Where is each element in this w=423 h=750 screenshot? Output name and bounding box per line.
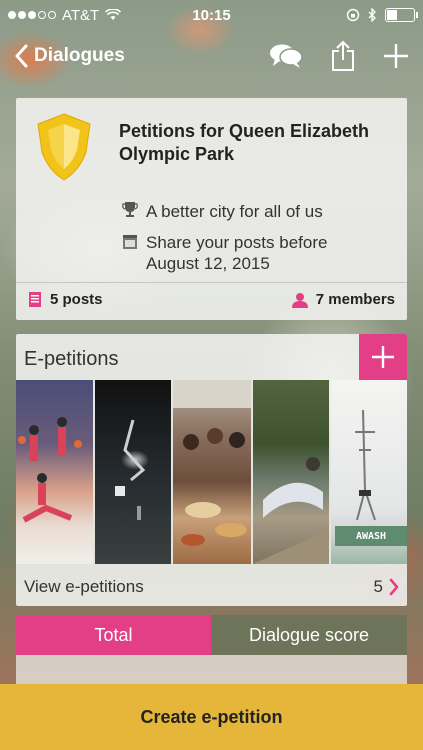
epetition-thumbnail[interactable]: [253, 380, 329, 564]
status-left: AT&T: [8, 7, 168, 24]
tab-total[interactable]: Total: [16, 615, 211, 655]
group-card: Petitions for Queen Elizabeth Olympic Pa…: [16, 98, 407, 320]
view-epetitions-label: View e-petitions: [24, 577, 144, 596]
motto-row: A better city for all of us: [122, 201, 376, 222]
chevron-left-icon: [15, 44, 28, 68]
plus-icon: [384, 44, 408, 68]
calendar-icon: [123, 235, 137, 249]
deadline-text: Share your posts before August 12, 2015: [146, 233, 328, 273]
status-time: 10:15: [192, 6, 231, 24]
score-panel: [16, 655, 407, 685]
members-stat[interactable]: 7 members: [291, 291, 395, 308]
share-icon: [332, 40, 354, 71]
epetitions-title: E-petitions: [24, 348, 119, 370]
group-title: Petitions for Queen Elizabeth Olympic Pa…: [119, 121, 370, 164]
posts-document-icon: [29, 292, 41, 307]
epetitions-count-group: 5: [374, 577, 399, 597]
posts-count: 5 posts: [50, 291, 103, 308]
deadline-row: Share your posts before August 12, 2015: [122, 232, 376, 274]
score-tabs: Total Dialogue score: [16, 615, 407, 655]
card-divider: [16, 282, 407, 283]
thumbnail-caption: AWASH: [335, 526, 407, 546]
bluetooth-icon: [368, 8, 376, 22]
epetition-thumbnail[interactable]: [16, 380, 93, 564]
epetition-thumbnail[interactable]: [173, 380, 251, 564]
back-label: Dialogues: [34, 45, 125, 66]
carrier-name: AT&T: [62, 6, 100, 24]
wifi-icon: [105, 9, 122, 20]
epetitions-card: E-petitions AWASH View e-petitions 5: [16, 334, 407, 606]
status-right: [255, 8, 418, 22]
chat-bubbles-icon: [270, 44, 303, 68]
epetition-thumbnail[interactable]: AWASH: [331, 380, 407, 564]
nav-actions: [269, 40, 409, 72]
posts-stat[interactable]: 5 posts: [28, 291, 103, 308]
create-epetition-button[interactable]: Create e-petition: [0, 684, 423, 750]
signal-strength-icon: [8, 11, 56, 19]
chat-button[interactable]: [269, 43, 303, 69]
add-epetition-button[interactable]: [359, 334, 407, 380]
shield-logo-icon: [36, 112, 92, 187]
navigation-bar: Dialogues: [0, 32, 423, 80]
view-epetitions-row[interactable]: View e-petitions 5: [16, 568, 407, 606]
epetition-thumbnail[interactable]: [95, 380, 171, 564]
motto-text: A better city for all of us: [146, 202, 323, 221]
members-count: 7 members: [315, 291, 395, 308]
epetitions-count: 5: [373, 577, 383, 596]
epetition-thumbnails: AWASH: [16, 380, 407, 564]
plus-icon: [372, 346, 394, 368]
back-button[interactable]: Dialogues: [14, 44, 125, 68]
trophy-icon: [122, 202, 138, 217]
person-icon: [291, 292, 308, 308]
share-button[interactable]: [331, 40, 355, 72]
battery-icon: [385, 8, 418, 22]
tab-dialogue-score[interactable]: Dialogue score: [211, 615, 407, 655]
rotation-lock-icon: [346, 8, 360, 22]
chevron-right-icon: [389, 578, 399, 596]
add-button[interactable]: [383, 43, 409, 69]
status-bar: AT&T 10:15: [0, 0, 423, 30]
